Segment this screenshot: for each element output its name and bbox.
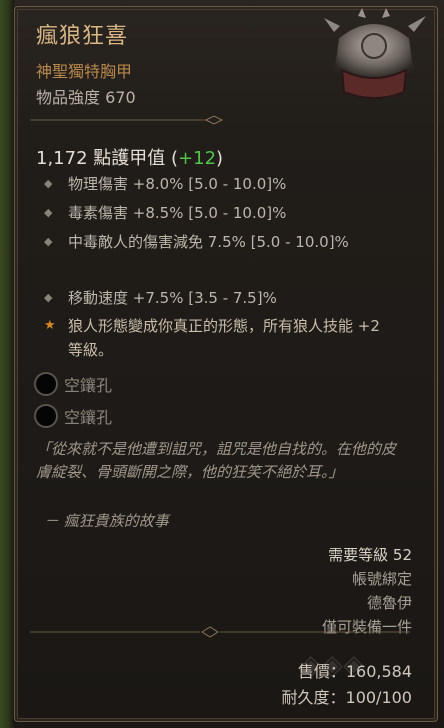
- diamond-bullet-icon: ◆: [44, 291, 53, 304]
- item-name: 瘋狼狂喜: [36, 24, 129, 49]
- item-tooltip: 瘋狼狂喜 神聖獨特胸甲 物品強度 670 1,172 點護甲值 (+12) ◆ …: [0, 0, 444, 728]
- socket-label: 空鑲孔: [64, 408, 113, 427]
- affix-physical-damage: ◆ 物理傷害 +8.0% [5.0 - 10.0]%: [44, 172, 388, 196]
- flavor-author: － 瘋狂貴族的故事: [44, 512, 169, 530]
- diamond-bullet-icon: ◆: [44, 177, 53, 190]
- chest-armor-icon: [324, 8, 426, 99]
- armor-bonus-open: (: [171, 148, 179, 169]
- diamond-bullet-icon: ◆: [44, 206, 53, 219]
- section-divider: [30, 115, 224, 125]
- affix-poison-damage: ◆ 毒素傷害 +8.5% [5.0 - 10.0]%: [44, 201, 388, 225]
- durability: 耐久度：100/100: [281, 688, 412, 707]
- armor-bonus: +12: [178, 148, 217, 169]
- flavor-text: 「從來就不是他遭到詛咒，詛咒是他自找的。在他的皮膚綻裂、骨頭斷開之際，他的狂笑不…: [36, 440, 397, 481]
- item-type: 神聖獨特胸甲: [36, 62, 133, 81]
- required-level: 需要等級 52: [328, 546, 412, 564]
- armor-value-text: 1,172 點護甲值: [36, 148, 166, 169]
- affix-movement-speed: ◆ 移動速度 +7.5% [3.5 - 7.5]%: [44, 286, 388, 310]
- legendary-affix: ★ 狼人形態變成你真正的形態，所有狼人技能 +2 等級。: [44, 314, 388, 362]
- socket-icon: [34, 372, 58, 396]
- armor-bonus-close: ): [216, 148, 224, 169]
- sell-price: 售價：160,584: [297, 662, 412, 681]
- section-divider: [30, 626, 410, 638]
- legendary-star-icon: ★: [44, 318, 56, 333]
- socket-icon: [34, 404, 58, 428]
- armor-value: 1,172 點護甲值 (+12): [36, 144, 223, 170]
- account-bound: 帳號綁定: [351, 570, 412, 588]
- socket-label: 空鑲孔: [64, 376, 113, 395]
- affix-damage-reduction: ◆ 中毒敵人的傷害減免 7.5% [5.0 - 10.0]%: [44, 230, 388, 254]
- diamond-bullet-icon: ◆: [44, 235, 53, 248]
- background-edge: [0, 0, 14, 728]
- class-requirement: 德魯伊: [366, 594, 412, 612]
- item-power: 物品強度 670: [36, 88, 136, 107]
